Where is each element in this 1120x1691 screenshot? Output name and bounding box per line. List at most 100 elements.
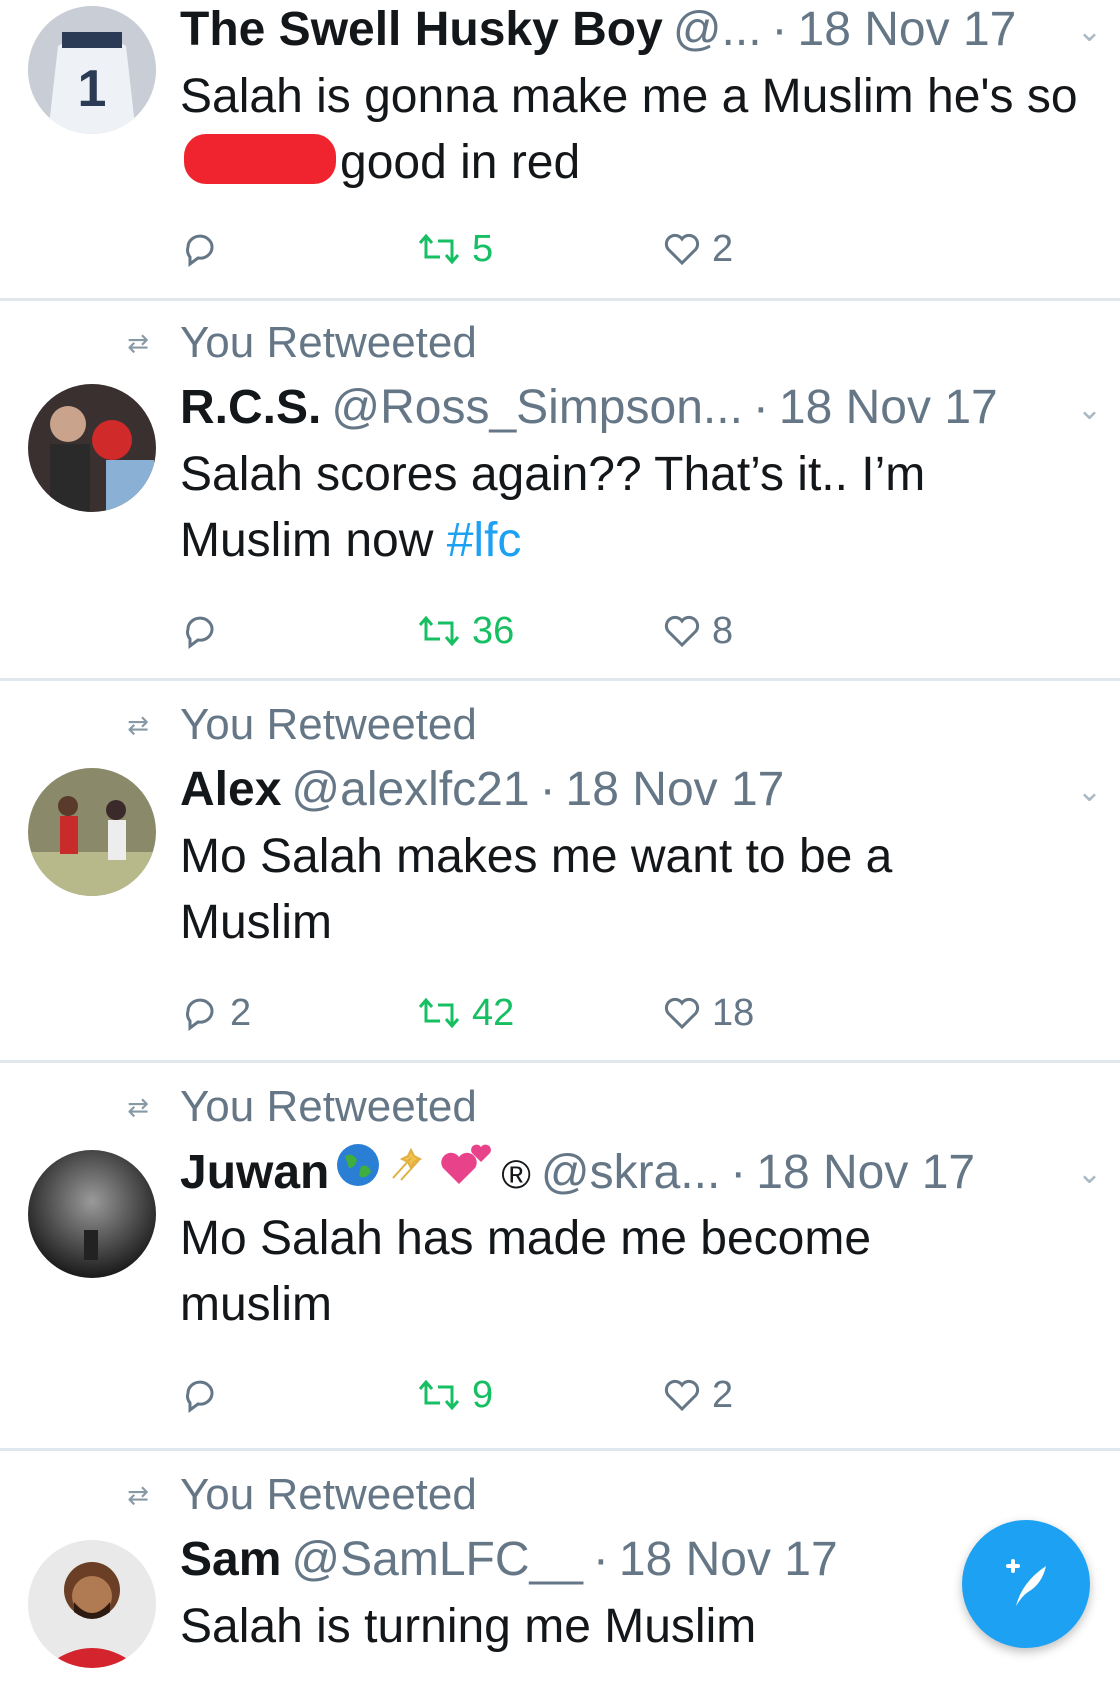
like-count: 18: [712, 991, 755, 1034]
author-name[interactable]: R.C.S.: [180, 378, 321, 438]
author-name[interactable]: Sam: [180, 1530, 281, 1590]
retweet-icon: [418, 1379, 460, 1411]
retweet-icon: ⇄: [127, 1479, 149, 1510]
reply-button[interactable]: [180, 224, 230, 274]
timestamp[interactable]: 18 Nov 17: [756, 1143, 975, 1203]
retweet-icon: ⇄: [127, 1091, 149, 1122]
retweet-button[interactable]: 9: [416, 1370, 493, 1420]
tweet[interactable]: ⇄ You Retweeted Juwan ® @skra... · 18 No…: [0, 1082, 1120, 1442]
like-count: 8: [712, 609, 734, 652]
timestamp[interactable]: 18 Nov 17: [798, 0, 1017, 60]
author-handle[interactable]: @skra...: [541, 1143, 720, 1203]
avatar[interactable]: [28, 1540, 156, 1668]
avatar[interactable]: [28, 768, 156, 896]
chevron-down-icon[interactable]: ⌄: [1077, 14, 1102, 49]
heart-icon: [664, 997, 700, 1030]
retweet-count: 42: [472, 991, 515, 1034]
avatar[interactable]: [28, 384, 156, 512]
reply-button[interactable]: [180, 606, 230, 656]
retweet-icon: ⇄: [127, 709, 149, 740]
sparkle-icon: [387, 1142, 433, 1203]
author-name[interactable]: Juwan: [180, 1143, 329, 1203]
divider: [0, 1060, 1120, 1063]
svg-text:1: 1: [78, 60, 107, 118]
retweet-context-label: You Retweeted: [180, 1082, 477, 1131]
author-handle[interactable]: @Ross_Simpson...: [331, 378, 743, 438]
retweet-icon: [418, 615, 460, 647]
tweet[interactable]: ⇄ You Retweeted Alex @alexlfc21 · 18 Nov…: [0, 700, 1120, 1060]
tweet-text: Salah is turning me Muslim: [180, 1600, 757, 1653]
retweet-context: ⇄ You Retweeted: [116, 318, 477, 368]
reply-button[interactable]: [180, 1370, 230, 1420]
reply-icon: [186, 616, 214, 649]
divider: [0, 1448, 1120, 1451]
tweet-text: Salah is gonna make me a Muslim he's so g…: [180, 64, 1090, 196]
retweet-button[interactable]: 42: [416, 988, 514, 1038]
author-name[interactable]: The Swell Husky Boy: [180, 0, 663, 60]
retweet-context-label: You Retweeted: [180, 1470, 477, 1519]
author-handle[interactable]: @SamLFC__: [291, 1530, 583, 1590]
tweet-text: Mo Salah has made me become muslim: [180, 1212, 872, 1331]
tweet[interactable]: ⇄ You Retweeted R.C.S. @Ross_Simpson... …: [0, 318, 1120, 678]
heart-icon: [664, 615, 700, 648]
retweet-context: ⇄ You Retweeted: [116, 700, 477, 750]
retweet-context-label: You Retweeted: [180, 700, 477, 749]
separator: ·: [752, 381, 769, 434]
reply-button[interactable]: 2: [180, 988, 251, 1038]
like-button[interactable]: 2: [662, 1370, 733, 1420]
avatar[interactable]: [28, 1150, 156, 1278]
two-hearts-icon: [439, 1142, 495, 1203]
like-button[interactable]: 8: [662, 606, 733, 656]
retweet-icon: [418, 233, 460, 265]
tweet-text: Mo Salah makes me want to be a Muslim: [180, 830, 893, 949]
like-button[interactable]: 2: [662, 224, 733, 274]
author-handle[interactable]: @alexlfc21: [291, 760, 529, 820]
retweet-context: ⇄ You Retweeted: [116, 1470, 477, 1520]
reply-icon: [186, 998, 214, 1031]
retweet-button[interactable]: 36: [416, 606, 514, 656]
heart-icon: [664, 233, 700, 266]
separator: ·: [730, 1146, 747, 1199]
separator: ·: [592, 1533, 609, 1586]
chevron-down-icon[interactable]: ⌄: [1077, 774, 1102, 809]
divider: [0, 678, 1120, 681]
tweet[interactable]: 1 The Swell Husky Boy @... · 18 Nov 17 ⌄…: [0, 0, 1120, 300]
tweet-text-part: good in red: [340, 136, 581, 189]
tweet-text-part: Salah scores again?? That’s it.. I’m Mus…: [180, 448, 926, 567]
retweet-icon: [418, 997, 460, 1029]
retweet-count: 9: [472, 1373, 494, 1416]
author-name[interactable]: Alex: [180, 760, 281, 820]
author-handle[interactable]: @...: [673, 0, 762, 60]
timestamp[interactable]: 18 Nov 17: [566, 760, 785, 820]
separator: ·: [771, 3, 788, 56]
heart-icon: [664, 1379, 700, 1412]
retweet-button[interactable]: 5: [416, 224, 493, 274]
divider: [0, 298, 1120, 301]
timestamp[interactable]: 18 Nov 17: [779, 378, 998, 438]
timeline-feed: 1 The Swell Husky Boy @... · 18 Nov 17 ⌄…: [0, 0, 1120, 1691]
registered-mark: ®: [501, 1153, 531, 1197]
chevron-down-icon[interactable]: ⌄: [1077, 392, 1102, 427]
compose-tweet-button[interactable]: [962, 1520, 1090, 1648]
tweet-text-part: Salah is gonna make me a Muslim he's so: [180, 70, 1078, 123]
like-button[interactable]: 18: [662, 988, 754, 1038]
redaction-mark: [184, 134, 336, 184]
tweet[interactable]: ⇄ You Retweeted Sam @SamLFC__ · 18 Nov 1…: [0, 1470, 1120, 1691]
retweet-context: ⇄ You Retweeted: [116, 1082, 477, 1132]
avatar[interactable]: 1: [28, 6, 156, 134]
tweet-text: Salah scores again?? That’s it.. I’m Mus…: [180, 442, 980, 574]
feather-plus-icon: [1006, 1559, 1046, 1606]
hashtag-link[interactable]: #lfc: [447, 514, 522, 567]
like-count: 2: [712, 227, 734, 270]
reply-icon: [186, 234, 214, 267]
globe-icon: [335, 1142, 381, 1203]
chevron-down-icon[interactable]: ⌄: [1077, 1156, 1102, 1191]
timestamp[interactable]: 18 Nov 17: [619, 1530, 838, 1590]
retweet-context-label: You Retweeted: [180, 318, 477, 367]
retweet-count: 36: [472, 609, 515, 652]
reply-count: 2: [230, 991, 252, 1034]
retweet-count: 5: [472, 227, 494, 270]
separator: ·: [539, 763, 556, 816]
reply-icon: [186, 1380, 214, 1413]
like-count: 2: [712, 1373, 734, 1416]
